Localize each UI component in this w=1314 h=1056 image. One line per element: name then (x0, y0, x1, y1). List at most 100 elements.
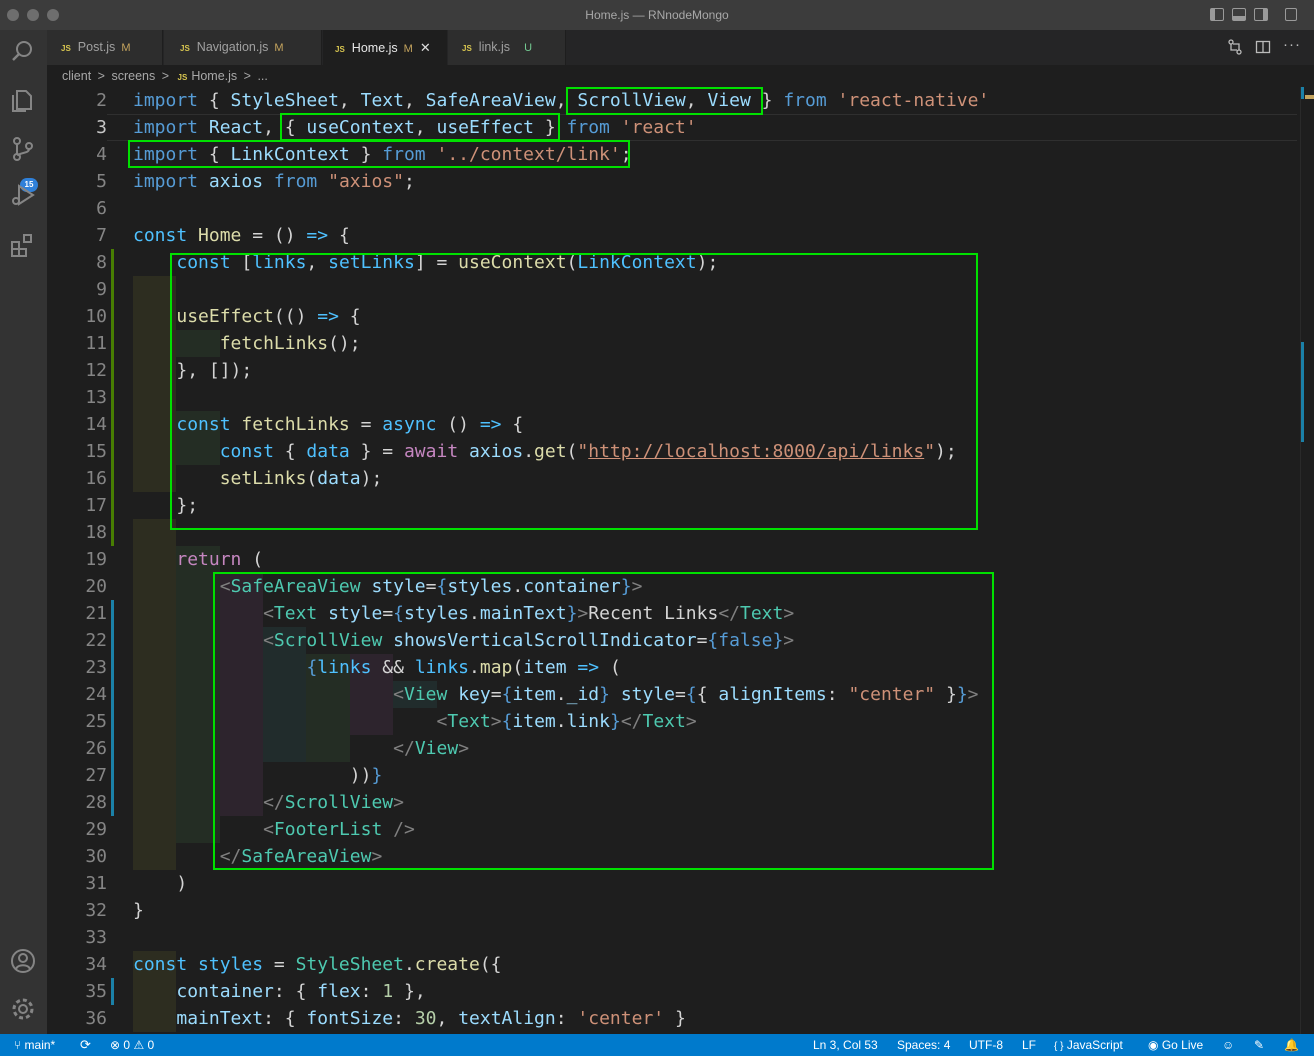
toggle-secondary-sidebar-icon[interactable] (1254, 8, 1268, 21)
gutter-change-marker (111, 762, 114, 789)
code-token: container (176, 981, 274, 1002)
code-token: 1 (382, 981, 394, 1002)
copilot-icon[interactable]: ☺ (1222, 1034, 1234, 1056)
code-line[interactable]: 36 mainText: { fontSize: 30, textAlign: '… (47, 1005, 1297, 1032)
indent-guide (133, 627, 177, 654)
sync-icon[interactable]: ⟳ (80, 1034, 91, 1056)
line-number: 31 (85, 873, 107, 894)
line-number: 9 (96, 279, 107, 300)
tab-bar: JS Post.js M JS Navigation.js M JS Home.js M ✕ … (47, 30, 1314, 65)
code-editor[interactable]: 2 import { StyleSheet, Text, SafeAreaView… (47, 87, 1314, 1034)
code-token: }, (393, 981, 426, 1002)
line-number: 22 (85, 630, 107, 651)
line-number: 28 (85, 792, 107, 813)
breadcrumb-item[interactable]: ... (257, 69, 267, 83)
line-number: 19 (85, 549, 107, 570)
code-line[interactable]: 32} (47, 897, 1297, 924)
search-icon[interactable] (10, 38, 36, 64)
code-line[interactable]: 3 import React, { useContext, useEffect }… (47, 114, 1297, 141)
go-live-button[interactable]: ◉ Go Live (1148, 1034, 1203, 1056)
line-number: 30 (85, 846, 107, 867)
code-line[interactable]: 19 return ( (47, 546, 1297, 573)
indent-guide (133, 546, 177, 573)
encoding[interactable]: UTF-8 (969, 1034, 1003, 1056)
tab-navigation-js[interactable]: JS Navigation.js M (164, 30, 322, 65)
code-token: 'react' (620, 117, 697, 138)
toggle-panel-icon[interactable] (1232, 8, 1246, 21)
more-actions-icon[interactable]: ··· (1283, 36, 1301, 53)
open-changes-icon[interactable] (1227, 39, 1243, 55)
code-token: ({ (479, 954, 502, 975)
line-number: 32 (85, 900, 107, 921)
code-token: : { (273, 981, 318, 1002)
breadcrumb-item[interactable]: screens (111, 69, 155, 83)
feedback-icon[interactable]: ✎ (1254, 1034, 1264, 1056)
code-line[interactable]: 31) (47, 870, 1297, 897)
close-tab-icon[interactable]: ✕ (420, 40, 431, 55)
error-icon: ⊗ (110, 1038, 121, 1052)
customize-layout-icon[interactable] (1285, 8, 1297, 21)
files-icon[interactable] (10, 86, 36, 112)
branch-indicator[interactable]: ⑂ main* (14, 1034, 55, 1056)
js-file-icon: JS (180, 44, 190, 53)
problems-indicator[interactable]: ⊗ 0 ⚠ 0 (110, 1034, 154, 1056)
code-line[interactable]: 7 const Home = () => { (47, 222, 1297, 249)
line-number: 16 (85, 468, 107, 489)
source-control-icon[interactable] (10, 136, 36, 162)
line-number: 24 (85, 684, 107, 705)
tab-status: M (121, 42, 131, 54)
code-text: } (133, 897, 144, 924)
code-token: ; (403, 171, 415, 192)
code-token: StyleSheet (295, 954, 404, 975)
highlight-box (566, 87, 763, 115)
account-icon[interactable] (10, 948, 36, 974)
indent-guide (133, 978, 177, 1005)
gutter-change-marker (111, 681, 114, 708)
gear-icon[interactable] (10, 996, 36, 1022)
code-line[interactable]: 6 (47, 195, 1297, 222)
language-mode[interactable]: { } JavaScript (1054, 1034, 1123, 1056)
bell-icon[interactable]: 🔔 (1284, 1034, 1299, 1056)
tab-status: M (274, 42, 284, 54)
indent-guide (133, 708, 177, 735)
code-token: = () (241, 225, 307, 246)
editor-scrollbar[interactable] (1300, 87, 1314, 1034)
cursor-position[interactable]: Ln 3, Col 53 (813, 1034, 878, 1056)
tab-post-js[interactable]: JS Post.js M (47, 30, 163, 65)
code-token: const (133, 225, 188, 246)
line-number: 36 (85, 1008, 107, 1029)
gutter-change-marker (111, 978, 114, 1005)
tab-link-js[interactable]: JS link.js U (448, 30, 566, 65)
code-line[interactable]: 35 container: { flex: 1 }, (47, 978, 1297, 1005)
braces-icon: { } (1054, 1041, 1064, 1052)
line-ending[interactable]: LF (1022, 1034, 1036, 1056)
code-token: return (176, 549, 242, 570)
run-debug-icon[interactable] (10, 182, 36, 208)
indent-guide (133, 654, 177, 681)
tab-home-js[interactable]: JS Home.js M ✕ (323, 30, 447, 65)
code-line[interactable]: 33 (47, 924, 1297, 951)
breadcrumb-item[interactable]: client (62, 69, 91, 83)
extensions-icon[interactable] (10, 232, 36, 258)
gutter-change-marker (111, 438, 114, 465)
code-token: : (555, 1008, 578, 1029)
code-line[interactable]: 34 const styles = StyleSheet.create({ (47, 951, 1297, 978)
split-editor-icon[interactable] (1255, 39, 1271, 55)
indentation[interactable]: Spaces: 4 (897, 1034, 950, 1056)
code-token: from (273, 171, 318, 192)
line-number: 20 (85, 576, 107, 597)
code-token: from (566, 117, 610, 138)
chevron-right-icon: > (243, 69, 251, 83)
code-token: "axios" (328, 171, 404, 192)
gutter-change-marker (111, 789, 114, 816)
tab-label: link.js (478, 40, 511, 54)
gutter-change-marker (111, 654, 114, 681)
indent-guide (133, 600, 177, 627)
breadcrumb-item[interactable]: Home.js (191, 69, 237, 83)
gutter-change-marker (111, 249, 114, 276)
indent-guide (133, 573, 177, 600)
toggle-sidebar-icon[interactable] (1210, 8, 1224, 21)
code-line[interactable]: 5 import axios from "axios"; (47, 168, 1297, 195)
